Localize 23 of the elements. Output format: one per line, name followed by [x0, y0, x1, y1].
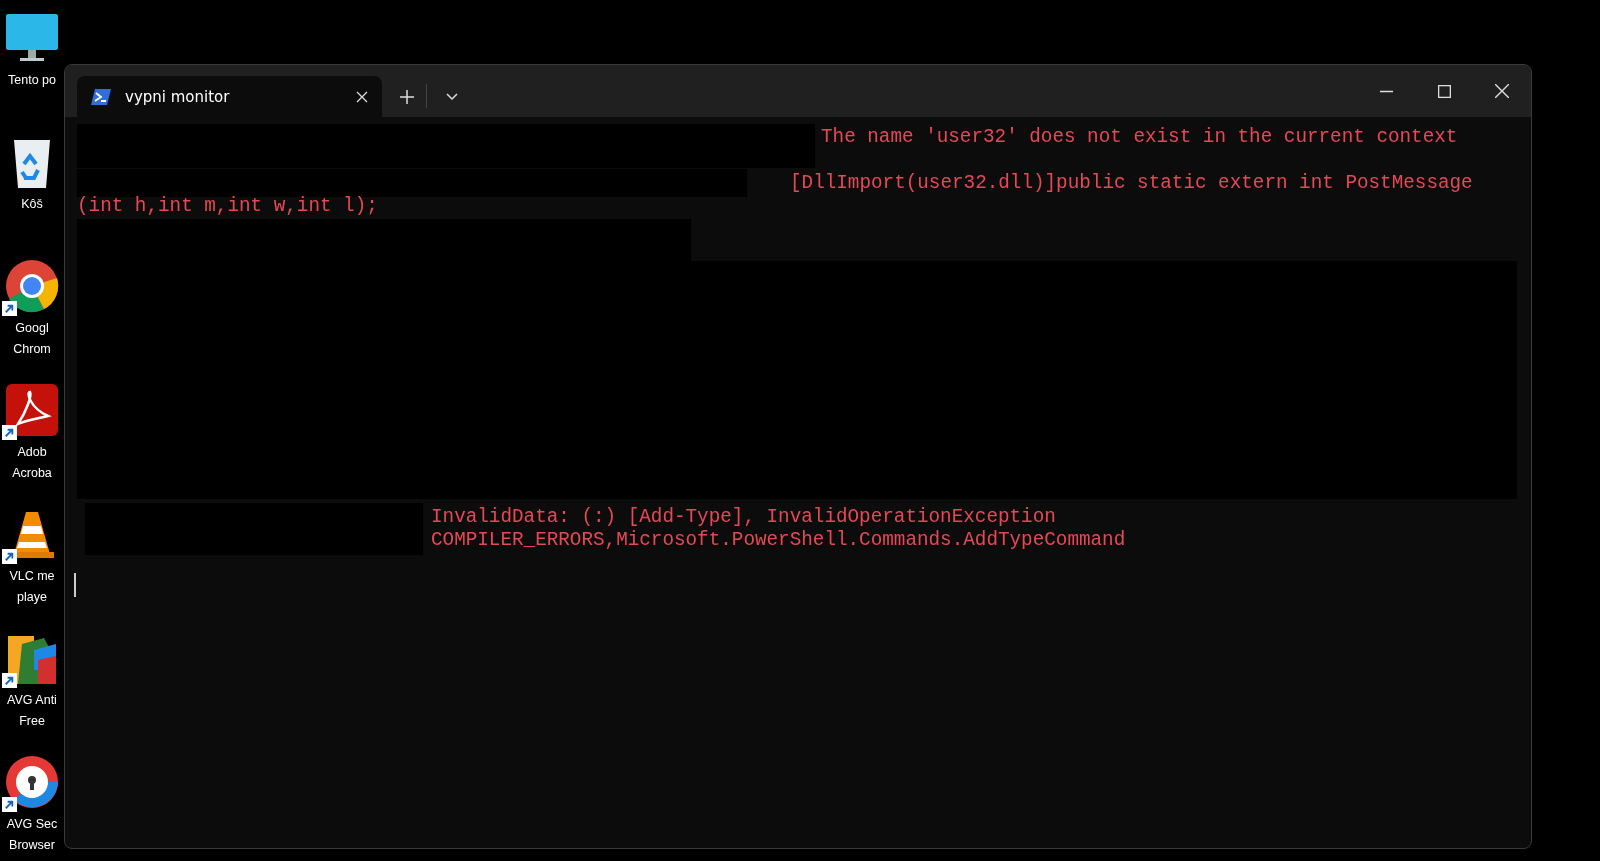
powershell-icon: [91, 87, 111, 106]
browser-icon[interactable]: [4, 754, 60, 810]
icon-label[interactable]: Kôš: [21, 194, 43, 215]
terminal-tab[interactable]: vypni monitor: [77, 76, 382, 117]
icon-label[interactable]: Googl Chrom: [13, 318, 51, 360]
tab-title: vypni monitor: [125, 87, 231, 106]
error-line: InvalidData: (:) [Add-Type], InvalidOperationException: [431, 505, 1057, 529]
close-icon[interactable]: [356, 90, 368, 103]
icon-label[interactable]: Tento po: [8, 70, 56, 91]
icon-label[interactable]: Adob Acroba: [12, 442, 52, 484]
code-line: [DllImport(user32.dll)]public static extern int PostMessage: [790, 172, 1473, 196]
close-icon: [1495, 84, 1509, 98]
code-line: (int h,int m,int w,int l);: [77, 195, 378, 219]
plus-icon: [400, 89, 414, 104]
icon-label[interactable]: AVG Sec Browser: [6, 814, 58, 856]
error-line: The name 'user32' does not exist in the current context: [821, 126, 1458, 150]
acrobat-icon[interactable]: [4, 382, 60, 438]
error-line: COMPILER_ERRORS,Microsoft.PowerShell.Commands.AddTypeCommand: [431, 528, 1126, 553]
chrome-icon[interactable]: [4, 258, 60, 314]
maximize-icon: [1437, 84, 1451, 98]
chevron-down-icon: [446, 92, 458, 101]
icon-label[interactable]: AVG Anti Free: [7, 690, 57, 732]
icon-label[interactable]: VLC me playe: [9, 566, 55, 608]
